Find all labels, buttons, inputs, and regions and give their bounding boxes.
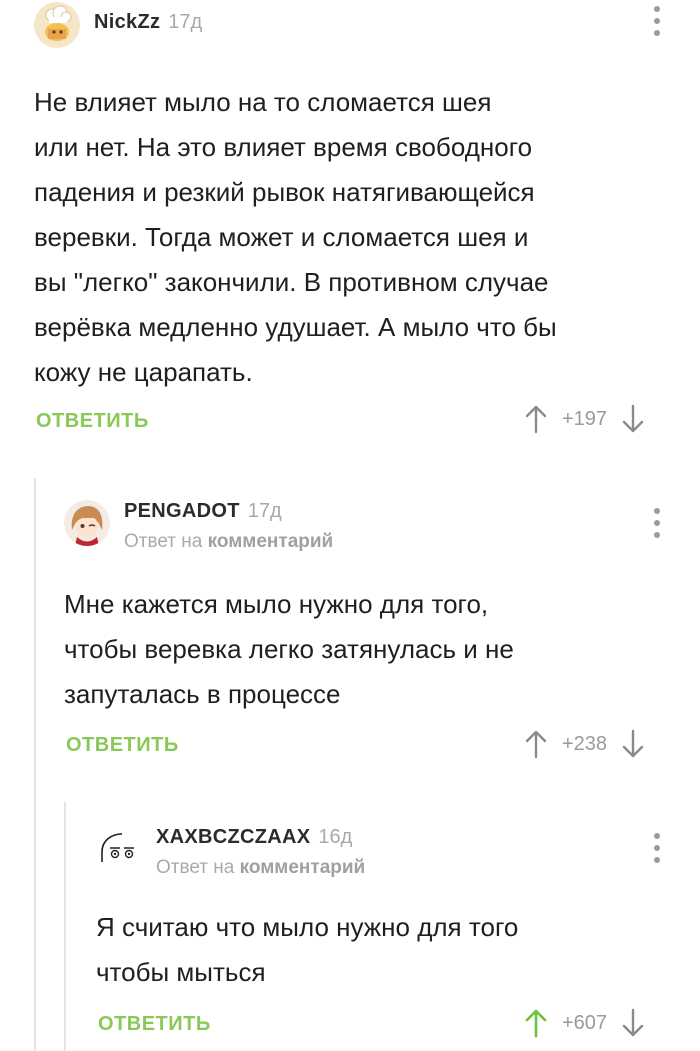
reply-to-link[interactable]: комментарий xyxy=(208,531,334,552)
reply-to-line: Ответ на комментарий xyxy=(156,857,365,879)
reply-button[interactable]: ОТВЕТИТЬ xyxy=(36,410,149,433)
reply-to-link[interactable]: комментарий xyxy=(240,857,366,878)
comment-time: 16д xyxy=(318,826,353,848)
anime-girl-avatar-icon xyxy=(64,500,110,546)
arrow-up-icon[interactable] xyxy=(524,729,548,759)
thread-line xyxy=(64,802,66,1051)
vote-score: +238 xyxy=(562,732,608,755)
reply-to-prefix: Ответ на xyxy=(156,857,240,878)
comment-meta: PENGADOT 17д Ответ на комментарий xyxy=(124,500,333,553)
comment-meta: XAXBCZCZAAX 16д Ответ на комментарий xyxy=(156,826,365,879)
more-vertical-icon[interactable] xyxy=(652,6,662,36)
avatar[interactable] xyxy=(34,2,80,48)
author-name[interactable]: NickZz xyxy=(94,11,160,34)
reply-to-prefix: Ответ на xyxy=(124,531,208,552)
comment-text: Мне кажется мыло нужно для того, чтобы в… xyxy=(64,589,514,709)
cook-avatar-icon xyxy=(34,2,80,48)
arrow-down-icon[interactable] xyxy=(621,1008,645,1038)
arrow-up-icon[interactable] xyxy=(524,404,548,434)
more-vertical-icon[interactable] xyxy=(652,833,662,863)
comment-text: Я считаю что мыло нужно для того чтобы м… xyxy=(96,912,519,987)
thread-line xyxy=(34,478,36,1051)
avatar[interactable] xyxy=(64,500,110,546)
avatar[interactable] xyxy=(96,826,142,872)
reply-to-line: Ответ на комментарий xyxy=(124,531,333,553)
comment-header: NickZz 17д xyxy=(34,2,202,48)
vote-controls: +197 xyxy=(524,404,645,434)
author-name[interactable]: XAXBCZCZAAX xyxy=(156,826,310,849)
comment-meta: NickZz 17д xyxy=(94,2,202,34)
comment-header: PENGADOT 17д Ответ на комментарий xyxy=(64,500,333,553)
arrow-down-icon[interactable] xyxy=(621,404,645,434)
comment-time: 17д xyxy=(247,500,282,522)
arrow-down-icon[interactable] xyxy=(621,729,645,759)
arrow-up-icon[interactable] xyxy=(524,1008,548,1038)
doodle-face-avatar-icon xyxy=(96,826,142,872)
vote-score: +607 xyxy=(562,1011,608,1034)
vote-controls: +607 xyxy=(524,1008,645,1038)
comment-thread: NickZz 17д Не влияет мыло на то сломаетс… xyxy=(0,0,700,1051)
comment-text: Не влияет мыло на то сломается шея или н… xyxy=(34,87,557,387)
more-vertical-icon[interactable] xyxy=(652,508,662,538)
comment-header: XAXBCZCZAAX 16д Ответ на комментарий xyxy=(96,826,365,879)
vote-score: +197 xyxy=(562,407,608,430)
author-name[interactable]: PENGADOT xyxy=(124,500,240,523)
reply-button[interactable]: ОТВЕТИТЬ xyxy=(66,734,179,757)
vote-controls: +238 xyxy=(524,729,645,759)
comment-time: 17д xyxy=(168,11,203,33)
reply-button[interactable]: ОТВЕТИТЬ xyxy=(98,1013,211,1036)
